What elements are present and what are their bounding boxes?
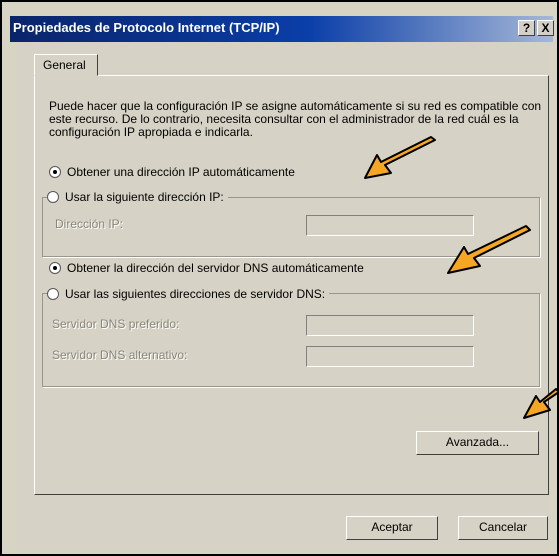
dns-preferred-field[interactable]: [306, 315, 474, 336]
advanced-button[interactable]: Avanzada...: [416, 431, 539, 455]
ip-auto-radio[interactable]: Obtener una dirección IP automáticamente: [49, 165, 299, 179]
dns-alternate-field[interactable]: [306, 346, 474, 367]
ok-button[interactable]: Aceptar: [346, 516, 438, 540]
dns-auto-label: Obtener la dirección del servidor DNS au…: [67, 261, 364, 275]
orange-arrow-icon: [364, 136, 436, 179]
orange-arrow-icon: [523, 388, 559, 419]
help-button[interactable]: ?: [518, 20, 535, 36]
ip-manual-label: Usar la siguiente dirección IP:: [65, 190, 224, 204]
dns-manual-radio[interactable]: Usar las siguientes direcciones de servi…: [47, 287, 330, 301]
description-text: Puede hacer que la configuración IP se a…: [49, 99, 542, 139]
ip-manual-radio[interactable]: Usar la siguiente dirección IP:: [47, 190, 228, 204]
close-button[interactable]: X: [537, 20, 554, 36]
ip-address-label: Dirección IP:: [55, 217, 124, 231]
window-title: Propiedades de Protocolo Internet (TCP/I…: [13, 20, 280, 35]
radio-unselected-icon: [47, 191, 59, 203]
dns-preferred-label: Servidor DNS preferido:: [52, 317, 180, 331]
title-bar: Propiedades de Protocolo Internet (TCP/I…: [10, 16, 554, 42]
radio-unselected-icon: [47, 288, 59, 300]
dialog-body: General Puede hacer que la configuración…: [16, 42, 550, 552]
dns-manual-label: Usar las siguientes direcciones de servi…: [65, 287, 326, 301]
tab-panel-general: Puede hacer que la configuración IP se a…: [34, 75, 549, 495]
orange-arrow-icon: [447, 225, 531, 274]
dns-alternate-label: Servidor DNS alternativo:: [52, 348, 188, 362]
radio-selected-icon: [49, 166, 61, 178]
ip-auto-label: Obtener una dirección IP automáticamente: [67, 165, 295, 179]
radio-selected-icon: [49, 262, 61, 274]
cancel-button[interactable]: Cancelar: [458, 516, 548, 540]
tab-general[interactable]: General: [34, 54, 98, 76]
dns-auto-radio[interactable]: Obtener la dirección del servidor DNS au…: [49, 261, 368, 275]
dns-manual-group: [42, 293, 540, 387]
